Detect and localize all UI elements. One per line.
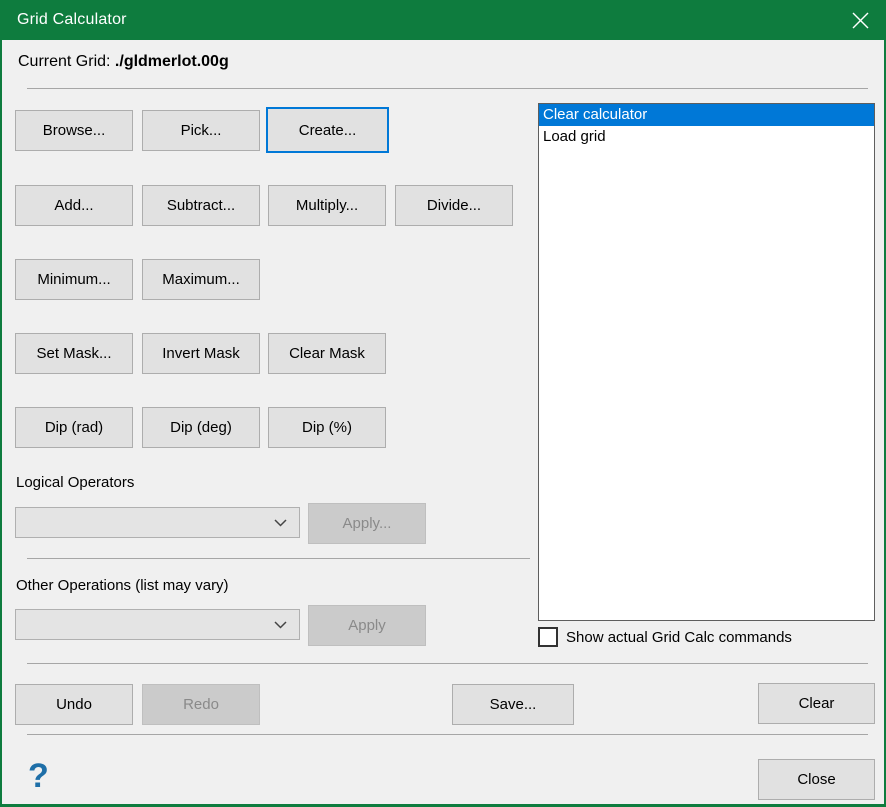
minimum-button[interactable]: Minimum... <box>15 259 133 300</box>
maximum-button[interactable]: Maximum... <box>142 259 260 300</box>
dip-deg-button[interactable]: Dip (deg) <box>142 407 260 448</box>
list-item[interactable]: Clear calculator <box>539 104 874 126</box>
create-button[interactable]: Create... <box>266 107 389 153</box>
separator-logical <box>27 558 530 559</box>
help-icon[interactable]: ? <box>28 757 49 796</box>
logical-operators-select[interactable] <box>15 507 300 538</box>
subtract-button[interactable]: Subtract... <box>142 185 260 226</box>
separator-header <box>27 88 868 89</box>
window-title: Grid Calculator <box>2 11 127 29</box>
other-operations-label: Other Operations (list may vary) <box>16 577 229 594</box>
dip-pct-button[interactable]: Dip (%) <box>268 407 386 448</box>
chevron-down-icon <box>274 514 287 532</box>
checkbox-unchecked-icon[interactable] <box>538 627 558 647</box>
other-operations-select[interactable] <box>15 609 300 640</box>
separator-footer-top <box>27 663 868 664</box>
chevron-down-icon <box>274 616 287 634</box>
logical-apply-button[interactable]: Apply... <box>308 503 426 544</box>
other-apply-button[interactable]: Apply <box>308 605 426 646</box>
grid-calculator-dialog: Grid Calculator Current Grid: ./gldmerlo… <box>0 0 886 807</box>
redo-button[interactable]: Redo <box>142 684 260 725</box>
close-window-button[interactable] <box>836 0 884 40</box>
divide-button[interactable]: Divide... <box>395 185 513 226</box>
dip-rad-button[interactable]: Dip (rad) <box>15 407 133 448</box>
set-mask-button[interactable]: Set Mask... <box>15 333 133 374</box>
current-grid-label: Current Grid: <box>18 53 110 70</box>
separator-footer-bottom <box>27 734 868 735</box>
current-grid-row: Current Grid: ./gldmerlot.00g <box>18 53 229 71</box>
clear-mask-button[interactable]: Clear Mask <box>268 333 386 374</box>
command-history-list[interactable]: Clear calculator Load grid <box>538 103 875 621</box>
logical-operators-label: Logical Operators <box>16 474 134 491</box>
browse-button[interactable]: Browse... <box>15 110 133 151</box>
close-button[interactable]: Close <box>758 759 875 800</box>
show-commands-checkbox-row[interactable]: Show actual Grid Calc commands <box>538 627 792 647</box>
invert-mask-button[interactable]: Invert Mask <box>142 333 260 374</box>
add-button[interactable]: Add... <box>15 185 133 226</box>
multiply-button[interactable]: Multiply... <box>268 185 386 226</box>
current-grid-value: ./gldmerlot.00g <box>115 53 229 70</box>
save-button[interactable]: Save... <box>452 684 574 725</box>
clear-button[interactable]: Clear <box>758 683 875 724</box>
undo-button[interactable]: Undo <box>15 684 133 725</box>
pick-button[interactable]: Pick... <box>142 110 260 151</box>
show-commands-checkbox-label: Show actual Grid Calc commands <box>566 629 792 646</box>
titlebar: Grid Calculator <box>2 0 884 40</box>
close-icon <box>852 12 869 29</box>
list-item[interactable]: Load grid <box>539 126 874 148</box>
